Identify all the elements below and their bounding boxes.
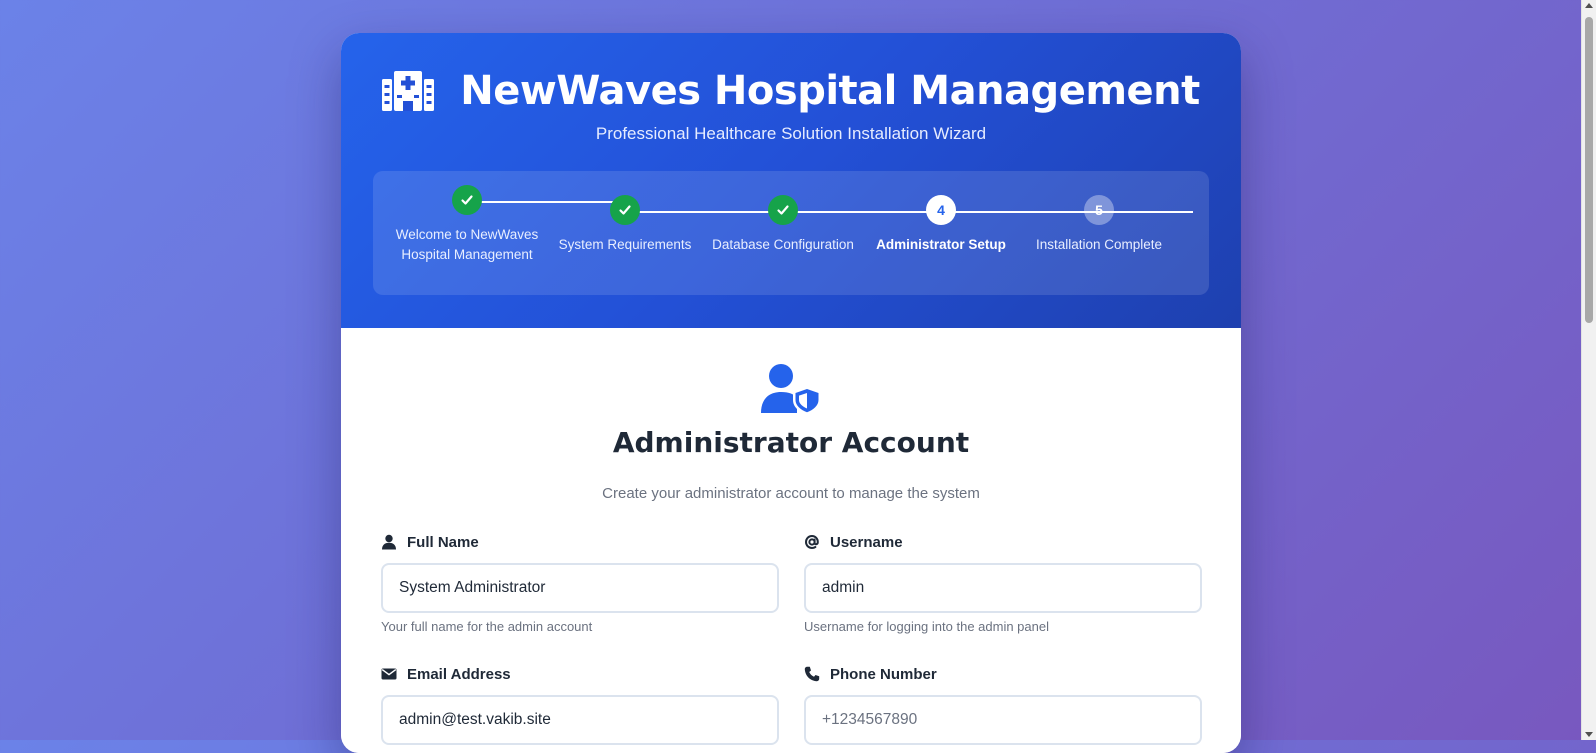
email-label: Email Address <box>407 665 511 683</box>
wizard-body: Administrator Account Create your admini… <box>341 328 1241 753</box>
full-name-label: Full Name <box>407 533 479 551</box>
wizard-header: NewWaves Hospital Management Professiona… <box>341 33 1241 328</box>
phone-input[interactable] <box>804 695 1202 745</box>
step-3-label: Database Configuration <box>712 237 854 252</box>
brand: NewWaves Hospital Management <box>341 63 1241 119</box>
step-5: 5 Installation Complete <box>1019 195 1179 255</box>
step-4-label: Administrator Setup <box>876 237 1006 252</box>
username-label-row: Username <box>804 531 1202 553</box>
step-4-number: 4 <box>926 195 956 225</box>
envelope-icon <box>381 668 397 680</box>
step-1: Welcome to NewWaves Hospital Management <box>387 185 547 265</box>
step-2: System Requirements <box>545 195 705 255</box>
step-3: Database Configuration <box>703 195 863 255</box>
phone-icon <box>804 666 820 682</box>
username-help: Username for logging into the admin pane… <box>804 619 1049 634</box>
step-2-label: System Requirements <box>558 237 692 252</box>
email-input[interactable] <box>381 695 779 745</box>
phone-label-row: Phone Number <box>804 663 1202 685</box>
step-1-check-icon <box>452 185 482 215</box>
step-5-number: 5 <box>1084 195 1114 225</box>
at-icon <box>804 534 819 550</box>
email-label-row: Email Address <box>381 663 779 685</box>
app-title: NewWaves Hospital Management <box>460 68 1200 114</box>
app-subtitle: Professional Healthcare Solution Install… <box>595 124 987 143</box>
email-field: Email Address <box>381 663 779 745</box>
installer-card: NewWaves Hospital Management Professiona… <box>341 33 1241 753</box>
scroll-up-arrow-icon[interactable] <box>1585 3 1593 8</box>
username-field: Username Username for logging into the a… <box>804 531 1202 634</box>
phone-field: Phone Number <box>804 663 1202 745</box>
full-name-input[interactable] <box>381 563 779 613</box>
page-title: Administrator Account <box>612 426 970 459</box>
user-icon <box>382 534 396 550</box>
step-5-label: Installation Complete <box>1035 237 1163 252</box>
scrollbar-thumb[interactable] <box>1585 17 1593 323</box>
full-name-label-row: Full Name <box>381 531 779 553</box>
progress-steps: Welcome to NewWaves Hospital Management … <box>373 171 1209 295</box>
username-label: Username <box>830 533 903 551</box>
page-subtitle: Create your administrator account to man… <box>602 485 980 502</box>
step-2-check-icon <box>610 195 640 225</box>
step-1-label: Welcome to NewWaves Hospital Management <box>395 227 539 262</box>
full-name-help: Your full name for the admin account <box>381 619 593 634</box>
full-name-field: Full Name Your full name for the admin a… <box>381 531 779 634</box>
phone-label: Phone Number <box>830 665 937 683</box>
page-scrollbar[interactable] <box>1581 0 1596 740</box>
username-input[interactable] <box>804 563 1202 613</box>
scroll-down-arrow-icon[interactable] <box>1585 732 1593 737</box>
step-4: 4 Administrator Setup <box>861 195 1021 255</box>
step-3-check-icon <box>768 195 798 225</box>
user-shield-icon <box>761 364 821 415</box>
hospital-icon <box>382 71 435 111</box>
